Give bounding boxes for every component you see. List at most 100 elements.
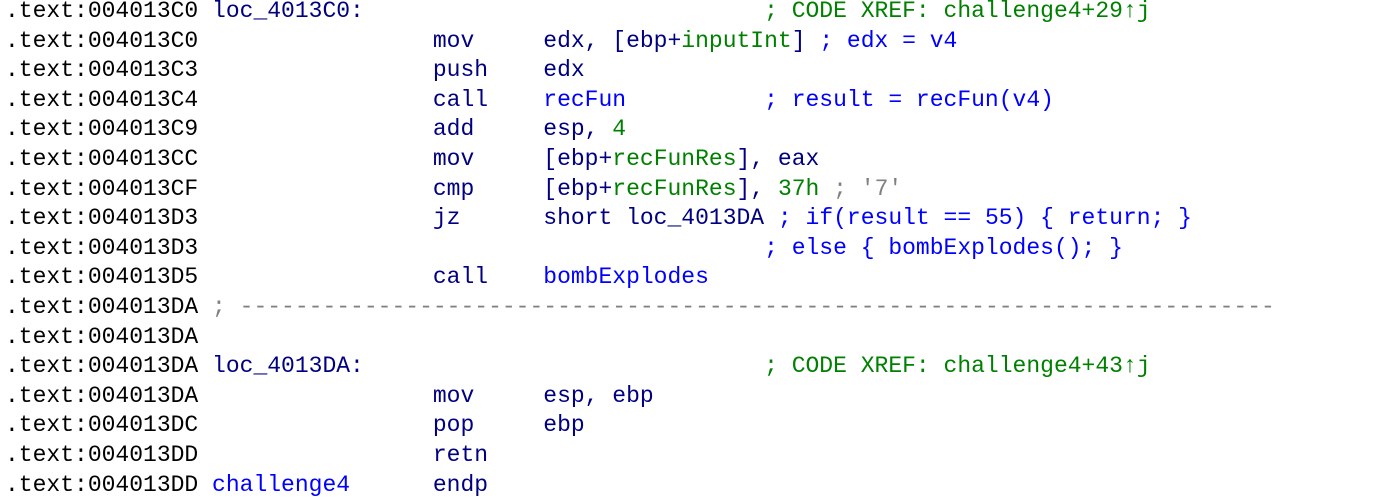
code-label[interactable] (212, 115, 433, 145)
address: .text:004013D3 (5, 204, 212, 234)
comment: ; result = recFun(v4) (764, 86, 1054, 116)
code-label[interactable] (212, 323, 433, 353)
address: .text:004013C4 (5, 86, 212, 116)
mnemonic: call (433, 86, 543, 116)
operand-text: ], (737, 176, 778, 202)
mnemonic (433, 352, 543, 382)
address: .text:004013DD (5, 441, 212, 471)
code-label[interactable]: loc_4013C0: (212, 0, 433, 27)
code-label[interactable] (212, 175, 433, 205)
operands: recFun (543, 86, 764, 116)
operand-text: ], eax (737, 146, 820, 172)
address: .text:004013CF (5, 175, 212, 205)
listing-line[interactable]: .text:004013DD retn (5, 441, 1275, 471)
code-label[interactable] (212, 56, 433, 86)
listing-line[interactable]: .text:004013DA movesp, ebp (5, 382, 1275, 412)
mnemonic: mov (433, 382, 543, 412)
code-label[interactable] (212, 441, 433, 471)
address: .text:004013D3 (5, 234, 212, 264)
address: .text:004013DC (5, 411, 212, 441)
code-label[interactable] (212, 86, 433, 116)
mnemonic: add (433, 115, 543, 145)
operand-text: esp, (543, 116, 612, 142)
listing-line[interactable]: .text:004013C9 addesp, 4 (5, 115, 1275, 145)
address: .text:004013DA (5, 323, 212, 353)
operands (543, 352, 764, 382)
mnemonic (433, 323, 543, 353)
listing-line[interactable]: .text:004013C0movedx, [ebp+inputInt]; ed… (5, 27, 1275, 57)
address: .text:004013DA (5, 382, 212, 412)
address: .text:004013D5 (5, 263, 212, 293)
listing-line[interactable]: .text:004013DA (5, 323, 1275, 353)
operand-text: edx (543, 57, 584, 83)
address: .text:004013C3 (5, 56, 212, 86)
code-label[interactable] (212, 204, 433, 234)
code-label[interactable] (212, 411, 433, 441)
operands (543, 234, 764, 264)
operands: edx (543, 56, 764, 86)
code-label[interactable]: challenge4 (212, 471, 433, 500)
operand-text: edx, [ebp+ (543, 28, 681, 54)
operand-text: esp, ebp (543, 383, 653, 409)
mnemonic: mov (433, 27, 543, 57)
operands: short loc_4013DA (543, 204, 778, 234)
comment: ; CODE XREF: challenge4+29↑j (764, 0, 1150, 27)
listing-line[interactable]: .text:004013CCmov[ebp+recFunRes], eax (5, 145, 1275, 175)
operands (543, 0, 764, 27)
listing-line[interactable]: .text:004013DDchallenge4endp (5, 471, 1275, 500)
listing-line[interactable]: .text:004013C0loc_4013C0: ; CODE XREF: ch… (5, 0, 1275, 27)
mnemonic (433, 0, 543, 27)
operand-symbol: 37h (778, 176, 819, 202)
disassembly-listing[interactable]: .text:004013C0loc_4013C0: ; CODE XREF: ch… (5, 0, 1275, 500)
operands (543, 471, 764, 500)
operand-symbol: inputInt (681, 28, 791, 54)
listing-line[interactable]: .text:004013D3jzshort loc_4013DA; if(res… (5, 204, 1275, 234)
code-label[interactable] (212, 382, 433, 412)
listing-line[interactable]: .text:004013D3; else { bombExplodes(); } (5, 234, 1275, 264)
operand-text: [ebp+ (543, 146, 612, 172)
listing-line[interactable]: .text:004013D5callbombExplodes (5, 263, 1275, 293)
operand-text: short loc_4013DA (543, 205, 764, 231)
listing-line[interactable]: .text:004013CFcmp[ebp+recFunRes], 37h; '… (5, 175, 1275, 205)
operand-symbol: 4 (612, 116, 626, 142)
function-reference[interactable]: recFun (543, 87, 626, 113)
operands: esp, 4 (543, 115, 764, 145)
mnemonic: cmp (433, 175, 543, 205)
listing-line[interactable]: .text:004013C4 callrecFun ; result = recFu… (5, 86, 1275, 116)
code-label[interactable]: loc_4013DA: (212, 352, 433, 382)
listing-line[interactable]: .text:004013DA; ------------------------… (5, 293, 1275, 323)
code-label[interactable] (212, 263, 433, 293)
comment: ; '7' (833, 175, 902, 205)
operand-text: ] (792, 28, 806, 54)
comment: ; if(result == 55) { return; } (778, 204, 1192, 234)
code-label[interactable] (212, 27, 433, 57)
operands: [ebp+recFunRes], eax (543, 145, 833, 175)
operands: ebp (543, 411, 764, 441)
listing-line[interactable]: .text:004013DC popebp (5, 411, 1275, 441)
address: .text:004013C0 (5, 0, 212, 27)
operand-symbol: recFunRes (612, 146, 736, 172)
operand-text: ebp (543, 412, 584, 438)
code-label[interactable] (212, 234, 433, 264)
mnemonic: endp (433, 471, 543, 500)
comment: ; edx = v4 (819, 27, 957, 57)
listing-line[interactable]: .text:004013C3 pushedx (5, 56, 1275, 86)
separator-line: ; --------------------------------------… (212, 293, 1275, 323)
mnemonic: retn (433, 441, 543, 471)
address: .text:004013DA (5, 293, 212, 323)
operands: edx, [ebp+inputInt] (543, 27, 819, 57)
mnemonic: push (433, 56, 543, 86)
operand-symbol: recFunRes (612, 176, 736, 202)
operands: [ebp+recFunRes], 37h (543, 175, 833, 205)
address: .text:004013DD (5, 471, 212, 500)
operand-text: [ebp+ (543, 176, 612, 202)
operands (543, 441, 764, 471)
address: .text:004013C9 (5, 115, 212, 145)
operands (543, 323, 764, 353)
code-label[interactable] (212, 145, 433, 175)
operands: esp, ebp (543, 382, 764, 412)
listing-line[interactable]: .text:004013DAloc_4013DA:; CODE XREF: ch… (5, 352, 1275, 382)
function-reference[interactable]: bombExplodes (543, 264, 709, 290)
address: .text:004013CC (5, 145, 212, 175)
mnemonic: pop (433, 411, 543, 441)
